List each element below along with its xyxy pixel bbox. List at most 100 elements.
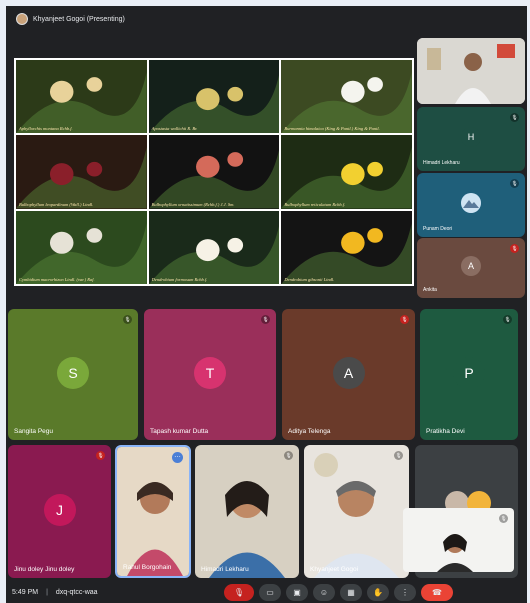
side-tile-video[interactable] bbox=[417, 38, 525, 104]
participant-name: Tapash kumar Dutta bbox=[150, 428, 209, 435]
orchid-photo: Bulbophyllum reticulatum Rchb.f. bbox=[281, 135, 412, 209]
meet-window: Khyanjeet Gogoi (Presenting) Aphyllorchi… bbox=[6, 6, 527, 603]
camera-icon: ▭ bbox=[266, 588, 274, 597]
participant-name: Himadri Lekharu bbox=[423, 160, 460, 166]
participant-name: Pratikha Devi bbox=[426, 428, 465, 435]
participant-avatar: S bbox=[57, 356, 89, 389]
mic-off-icon: 🎙 bbox=[400, 315, 409, 324]
bottom-bar: 5:49 PM | dxq-qtcc-waa 🎙 ▭ ▣ ☺ ▦ ✋ ⋮ ☎ bbox=[6, 582, 527, 603]
participant-avatar: J bbox=[43, 493, 76, 526]
more-options-button[interactable]: ⋮ bbox=[394, 584, 416, 601]
flower-icon bbox=[281, 147, 412, 209]
participant-name: Himadri Lekharu bbox=[201, 566, 249, 573]
mid-tile-2[interactable]: 🎙 A Aditya Telenga bbox=[282, 309, 415, 440]
participant-name: Jinu doley Jinu doley bbox=[14, 566, 75, 573]
present-icon: ▦ bbox=[347, 588, 355, 597]
participant-name: Khyanjeet Gogoi bbox=[310, 566, 359, 573]
emoji-button[interactable]: ☺ bbox=[313, 584, 335, 601]
end-call-button[interactable]: ☎ bbox=[421, 584, 453, 601]
mic-off-icon: 🎙 bbox=[96, 451, 105, 460]
mic-indicator-icon: 🎙 bbox=[261, 315, 270, 324]
side-tile-1[interactable]: 🎙 H Himadri Lekharu bbox=[417, 107, 525, 171]
participant-video bbox=[195, 445, 299, 578]
orchid-caption: Dendrobium gibsonii Lindl. bbox=[284, 277, 335, 282]
more-vert-icon: ⋮ bbox=[401, 588, 409, 597]
presenter-avatar bbox=[16, 13, 28, 25]
self-view[interactable]: 🎙 bbox=[403, 508, 514, 572]
mountain-avatar bbox=[461, 193, 481, 213]
flower-icon bbox=[148, 222, 280, 284]
side-tile-3[interactable]: 🎙 A Ankita bbox=[417, 238, 525, 298]
meeting-code: dxq-qtcc-waa bbox=[55, 589, 98, 596]
orchid-caption: Bulbophyllum reticulatum Rchb.f. bbox=[284, 201, 346, 207]
bottom-tile-0[interactable]: 🎙 J Jinu doley Jinu doley bbox=[8, 445, 111, 578]
presenter-label: Khyanjeet Gogoi (Presenting) bbox=[33, 15, 125, 23]
orchid-caption: Cymbidium macrorhizon Lindl. (var.) Raf. bbox=[19, 277, 95, 282]
mic-indicator-icon: 🎙 bbox=[123, 315, 132, 324]
shared-screen: Aphyllorchis montana Rchb.f. Apostasia wa… bbox=[14, 58, 414, 286]
self-video bbox=[403, 508, 514, 572]
participant-avatar: A bbox=[461, 256, 481, 276]
mic-indicator-icon: 🎙 bbox=[499, 514, 508, 523]
orchid-photo: Dendrobium gibsonii Lindl. bbox=[281, 210, 412, 284]
orchid-caption: Bulbophyllum ornatissimum (Rchb.f.) J.J.… bbox=[151, 201, 235, 207]
orchid-photo: Burmannia himalaica (King & Pantl.) King… bbox=[281, 60, 412, 134]
participant-video bbox=[417, 38, 525, 104]
flower-icon bbox=[281, 222, 412, 284]
camera-button[interactable]: ▭ bbox=[259, 584, 281, 601]
orchid-caption: Aphyllorchis montana Rchb.f. bbox=[19, 126, 73, 132]
mic-indicator-icon: 🎙 bbox=[510, 113, 519, 122]
mic-indicator-icon: 🎙 bbox=[394, 451, 403, 460]
phone-hangup-icon: ☎ bbox=[432, 588, 442, 597]
mid-tile-1[interactable]: 🎙 T Tapash kumar Dutta bbox=[144, 309, 276, 440]
flower-icon bbox=[16, 147, 147, 209]
participant-avatar: A bbox=[332, 356, 365, 389]
flower-icon bbox=[148, 147, 280, 209]
captions-button[interactable]: ▣ bbox=[286, 584, 308, 601]
mic-off-icon: 🎙 bbox=[510, 244, 519, 253]
mountain-icon bbox=[461, 193, 481, 213]
orchid-caption: Burmannia himalaica (King & Pantl.) King… bbox=[284, 126, 380, 132]
orchid-photo: Apostasia wallichii R. Br. bbox=[148, 60, 280, 134]
raise-hand-button[interactable]: ✋ bbox=[367, 584, 389, 601]
participant-avatar: T bbox=[194, 356, 226, 389]
mic-indicator-icon: 🎙 bbox=[510, 179, 519, 188]
captions-icon: ▣ bbox=[293, 588, 301, 597]
orchid-photo: Dendrobium formosum Rchb.f. bbox=[148, 210, 280, 284]
orchid-caption: Apostasia wallichii R. Br. bbox=[151, 126, 198, 132]
bottom-tile-2[interactable]: 🎙 Himadri Lekharu bbox=[195, 445, 299, 578]
participant-avatar: H bbox=[461, 127, 481, 147]
hand-icon: ✋ bbox=[373, 588, 383, 597]
mic-button[interactable]: 🎙 bbox=[224, 584, 254, 601]
flower-icon bbox=[16, 72, 147, 134]
more-options-icon[interactable]: … bbox=[172, 452, 183, 463]
orchid-photo: Bulbophyllum leopardinum (Wall.) Lindl. bbox=[16, 135, 147, 209]
participant-video bbox=[117, 447, 189, 576]
orchid-caption: Bulbophyllum leopardinum (Wall.) Lindl. bbox=[19, 201, 94, 207]
flower-icon bbox=[16, 222, 147, 284]
top-bar: Khyanjeet Gogoi (Presenting) bbox=[6, 6, 527, 32]
mic-off-icon: 🎙 bbox=[233, 588, 245, 597]
participant-avatar: P bbox=[453, 356, 485, 389]
bottom-tile-3[interactable]: 🎙 Khyanjeet Gogoi bbox=[304, 445, 409, 578]
mic-indicator-icon: 🎙 bbox=[503, 315, 512, 324]
present-button[interactable]: ▦ bbox=[340, 584, 362, 601]
participant-name: Sangita Pegu bbox=[14, 428, 54, 435]
flower-icon bbox=[148, 72, 280, 134]
participant-name: Aditya Telenga bbox=[288, 428, 331, 435]
participant-video bbox=[304, 445, 409, 578]
flower-icon bbox=[281, 72, 412, 134]
bottom-tile-1[interactable]: … Rahul Borgohain bbox=[115, 445, 191, 578]
participant-name: Rahul Borgohain bbox=[123, 564, 172, 571]
mic-indicator-icon: 🎙 bbox=[284, 451, 293, 460]
side-tile-2[interactable]: 🎙 Punam Deori bbox=[417, 173, 525, 237]
orchid-caption: Dendrobium formosum Rchb.f. bbox=[151, 277, 208, 282]
participant-name: Punam Deori bbox=[423, 226, 453, 232]
mid-tile-0[interactable]: 🎙 S Sangita Pegu bbox=[8, 309, 138, 440]
orchid-photo: Cymbidium macrorhizon Lindl. (var.) Raf. bbox=[16, 210, 147, 284]
separator: | bbox=[46, 589, 48, 596]
participant-name: Ankita bbox=[423, 287, 437, 293]
orchid-photo: Bulbophyllum ornatissimum (Rchb.f.) J.J.… bbox=[148, 135, 280, 209]
emoji-icon: ☺ bbox=[319, 588, 329, 597]
mid-tile-3[interactable]: 🎙 P Pratikha Devi bbox=[420, 309, 518, 440]
